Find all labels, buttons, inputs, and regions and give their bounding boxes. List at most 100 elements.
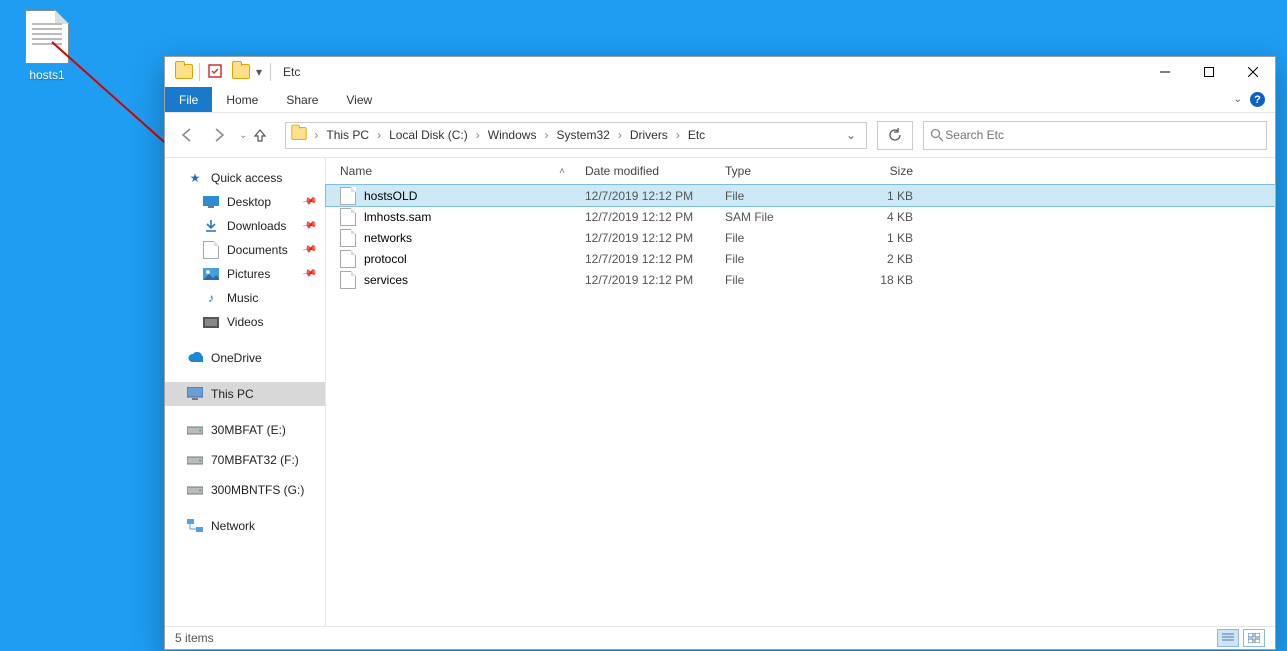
nav-music[interactable]: ♪ Music (165, 286, 325, 310)
nav-drive-g[interactable]: 300MBNTFS (G:) (165, 478, 325, 502)
breadcrumb-system32[interactable]: System32 (550, 123, 615, 148)
address-bar[interactable]: › This PC › Local Disk (C:) › Windows › … (285, 122, 867, 149)
nav-network[interactable]: Network (165, 514, 325, 538)
titlebar: ▾ Etc (165, 57, 1275, 87)
file-row[interactable]: networks12/7/2019 12:12 PMFile1 KB (326, 227, 1275, 248)
properties-icon[interactable] (208, 64, 224, 80)
nav-label: Videos (227, 315, 263, 329)
window-title: Etc (283, 65, 300, 79)
tab-view[interactable]: View (332, 87, 386, 112)
nav-drive-e[interactable]: 30MBFAT (E:) (165, 418, 325, 442)
file-row[interactable]: hostsOLD12/7/2019 12:12 PMFile1 KB (326, 185, 1275, 206)
nav-label: 70MBFAT32 (F:) (211, 453, 299, 467)
tab-share[interactable]: Share (272, 87, 332, 112)
ribbon-collapse-icon[interactable]: ⌄ (1234, 94, 1242, 105)
up-button[interactable] (253, 128, 275, 142)
file-row[interactable]: lmhosts.sam12/7/2019 12:12 PMSAM File4 K… (326, 206, 1275, 227)
chevron-right-icon[interactable]: › (375, 128, 383, 142)
breadcrumb-windows[interactable]: Windows (482, 123, 543, 148)
tab-file[interactable]: File (165, 87, 212, 112)
music-icon: ♪ (203, 290, 219, 306)
drive-icon (187, 482, 203, 498)
column-type[interactable]: Type (725, 164, 841, 178)
breadcrumb-local-disk[interactable]: Local Disk (C:) (383, 123, 474, 148)
nav-pictures[interactable]: Pictures 📌 (165, 262, 325, 286)
nav-label: This PC (211, 387, 254, 401)
file-date: 12/7/2019 12:12 PM (585, 231, 725, 245)
chevron-right-icon[interactable]: › (312, 128, 320, 142)
address-dropdown-icon[interactable]: ⌄ (840, 128, 862, 142)
file-row[interactable]: services12/7/2019 12:12 PMFile18 KB (326, 269, 1275, 290)
status-item-count: 5 items (175, 631, 214, 645)
refresh-button[interactable] (877, 121, 913, 150)
tab-home[interactable]: Home (212, 87, 272, 112)
sort-indicator-icon: ˄ (559, 166, 565, 177)
breadcrumb-drivers[interactable]: Drivers (624, 123, 674, 148)
file-icon (340, 187, 356, 205)
column-name-label: Name (340, 164, 372, 178)
breadcrumb-this-pc[interactable]: This PC (320, 123, 375, 148)
desktop-file-icon[interactable]: hosts1 (10, 10, 84, 82)
ribbon-tabs: File Home Share View ⌄ ? (165, 87, 1275, 113)
column-name[interactable]: Name ˄ (340, 164, 585, 178)
file-name: networks (364, 231, 412, 245)
folder-icon (290, 126, 308, 144)
nav-onedrive[interactable]: OneDrive (165, 346, 325, 370)
new-folder-icon[interactable] (232, 64, 248, 80)
chevron-right-icon[interactable]: › (542, 128, 550, 142)
nav-label: OneDrive (211, 351, 262, 365)
qat-dropdown-icon[interactable]: ▾ (252, 65, 266, 79)
nav-documents[interactable]: Documents 📌 (165, 238, 325, 262)
pin-icon: 📌 (301, 241, 318, 257)
nav-desktop[interactable]: Desktop 📌 (165, 190, 325, 214)
column-date[interactable]: Date modified (585, 164, 725, 178)
view-large-icons-button[interactable] (1243, 629, 1265, 647)
file-type: SAM File (725, 210, 841, 224)
file-row[interactable]: protocol12/7/2019 12:12 PMFile2 KB (326, 248, 1275, 269)
nav-videos[interactable]: Videos (165, 310, 325, 334)
nav-this-pc[interactable]: This PC (165, 382, 325, 406)
maximize-button[interactable] (1187, 57, 1231, 87)
chevron-right-icon[interactable]: › (474, 128, 482, 142)
file-type: File (725, 252, 841, 266)
file-type: File (725, 189, 841, 203)
forward-button[interactable] (205, 123, 233, 147)
nav-quick-access[interactable]: ★ Quick access (165, 166, 325, 190)
file-type: File (725, 273, 841, 287)
search-input[interactable] (943, 127, 1260, 143)
file-explorer-window: ▾ Etc File Home Share View ⌄ ? ⌄ (164, 56, 1276, 650)
search-box[interactable] (923, 121, 1267, 150)
history-dropdown-icon[interactable]: ⌄ (237, 130, 249, 141)
chevron-right-icon[interactable]: › (674, 128, 682, 142)
column-headers: Name ˄ Date modified Type Size (326, 158, 1275, 185)
status-bar: 5 items (165, 626, 1275, 649)
file-date: 12/7/2019 12:12 PM (585, 189, 725, 203)
nav-downloads[interactable]: Downloads 📌 (165, 214, 325, 238)
file-icon (340, 229, 356, 247)
file-date: 12/7/2019 12:12 PM (585, 210, 725, 224)
file-icon (340, 271, 356, 289)
chevron-right-icon[interactable]: › (616, 128, 624, 142)
view-details-button[interactable] (1217, 629, 1239, 647)
file-date: 12/7/2019 12:12 PM (585, 252, 725, 266)
navigation-pane: ★ Quick access Desktop 📌 Downloads 📌 Doc… (165, 158, 326, 626)
breadcrumb-etc[interactable]: Etc (682, 123, 711, 148)
pin-icon: 📌 (301, 193, 318, 209)
file-type: File (725, 231, 841, 245)
pictures-icon (203, 266, 219, 282)
drive-icon (187, 452, 203, 468)
pin-icon: 📌 (301, 217, 318, 233)
cloud-icon (187, 350, 203, 366)
minimize-button[interactable] (1143, 57, 1187, 87)
file-name: services (364, 273, 408, 287)
nav-label: Network (211, 519, 255, 533)
help-icon[interactable]: ? (1250, 92, 1265, 107)
file-list: Name ˄ Date modified Type Size hostsOLD1… (326, 158, 1275, 626)
nav-drive-f[interactable]: 70MBFAT32 (F:) (165, 448, 325, 472)
desktop-file-label: hosts1 (10, 68, 84, 82)
file-size: 18 KB (841, 273, 923, 287)
close-button[interactable] (1231, 57, 1275, 87)
back-button[interactable] (173, 123, 201, 147)
nav-label: 300MBNTFS (G:) (211, 483, 304, 497)
column-size[interactable]: Size (841, 164, 923, 178)
